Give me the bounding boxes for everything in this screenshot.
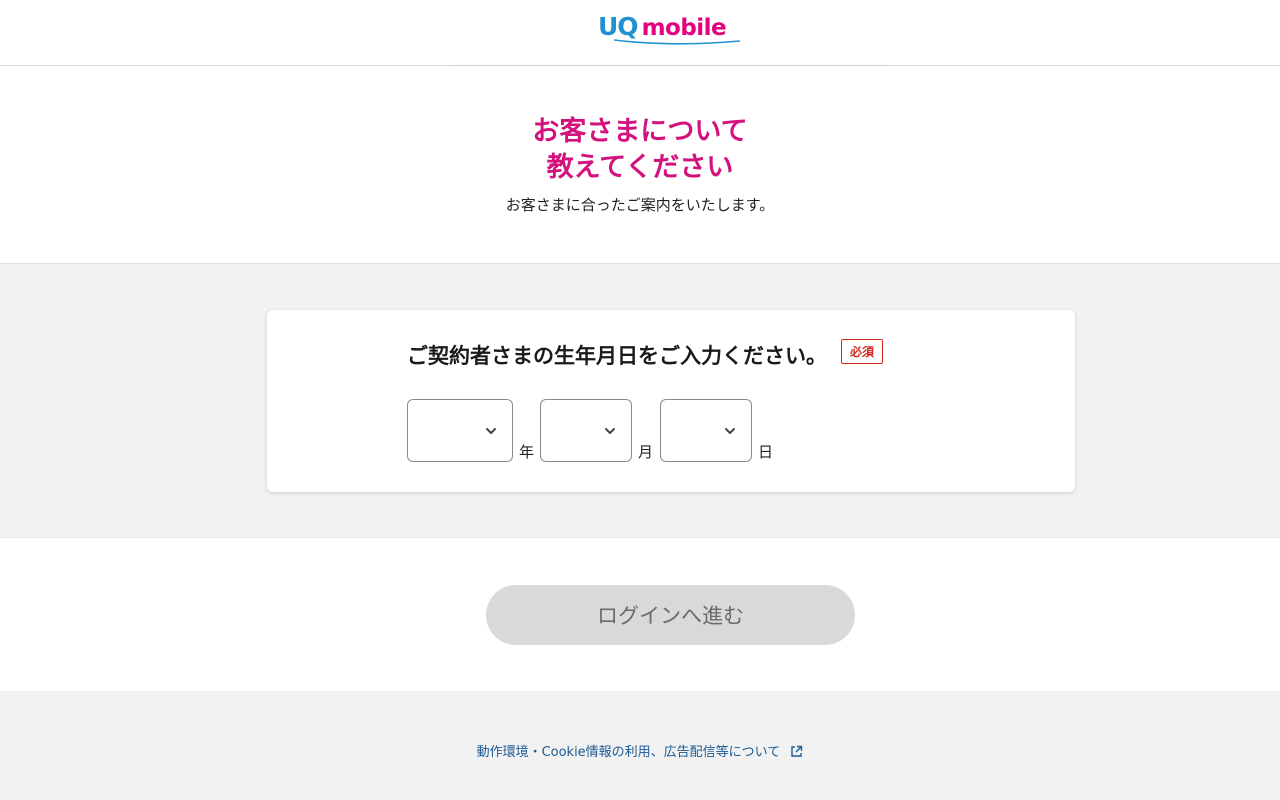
logo-swoosh-icon bbox=[613, 39, 741, 45]
page-title-line2: 教えてください bbox=[546, 152, 734, 183]
action-section: ログインへ進む bbox=[0, 538, 1280, 691]
page-subtitle: お客さまに合ったご案内をいたします。 bbox=[505, 196, 775, 214]
form-area: ご契約者さまの生年月日をご入力ください。 必須 年 月 日 bbox=[0, 263, 1280, 538]
proceed-to-login-button[interactable]: ログインへ進む bbox=[486, 585, 855, 645]
chevron-down-icon bbox=[486, 428, 496, 434]
footer-link-label: 動作環境・Cookie情報の利用、広告配信等について bbox=[476, 745, 781, 760]
birthdate-question: ご契約者さまの生年月日をご入力ください。 bbox=[407, 344, 827, 368]
birthdate-card: ご契約者さまの生年月日をご入力ください。 必須 年 月 日 bbox=[267, 310, 1075, 492]
intro-section: お客さまについて 教えてください お客さまに合ったご案内をいたします。 bbox=[0, 66, 1280, 264]
site-footer: 動作環境・Cookie情報の利用、広告配信等について bbox=[0, 691, 1280, 800]
day-select[interactable] bbox=[660, 399, 752, 462]
site-header: UQ mobile bbox=[0, 0, 1280, 66]
required-badge: 必須 bbox=[841, 338, 884, 364]
environment-cookie-policy-link[interactable]: 動作環境・Cookie情報の利用、広告配信等について bbox=[0, 741, 1280, 760]
year-unit-label: 年 bbox=[519, 443, 535, 461]
logo-uq-text: UQ bbox=[598, 12, 639, 41]
year-select[interactable] bbox=[407, 399, 513, 462]
page-title-line1: お客さまについて bbox=[532, 116, 748, 147]
external-link-icon bbox=[791, 745, 803, 757]
chevron-down-icon bbox=[605, 428, 615, 434]
uq-mobile-logo[interactable]: UQ mobile bbox=[598, 12, 748, 48]
chevron-down-icon bbox=[725, 428, 735, 434]
month-unit-label: 月 bbox=[638, 443, 654, 461]
day-unit-label: 日 bbox=[758, 443, 774, 461]
question-row: ご契約者さまの生年月日をご入力ください。 必須 bbox=[407, 338, 884, 370]
month-select[interactable] bbox=[540, 399, 632, 462]
page-title: お客さまについて 教えてください bbox=[0, 114, 1280, 186]
